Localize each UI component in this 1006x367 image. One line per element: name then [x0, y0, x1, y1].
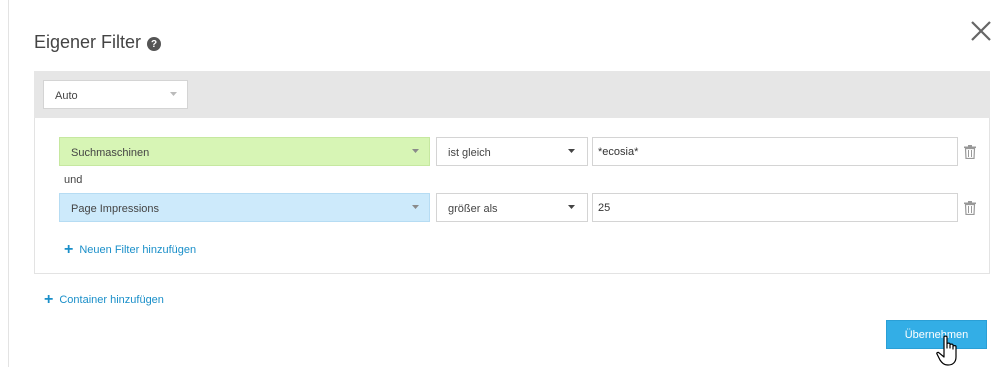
- dialog-left-border: [8, 0, 9, 367]
- dialog-title: Eigener Filter: [34, 32, 142, 52]
- filter-value-input-2[interactable]: [592, 193, 958, 222]
- trash-icon[interactable]: [964, 145, 976, 159]
- add-container-label: Container hinzufügen: [59, 294, 164, 306]
- caret-down-icon: [568, 205, 575, 209]
- question-circle-icon[interactable]: ?: [147, 37, 162, 51]
- caret-down-icon: [568, 149, 575, 153]
- add-filter-label: Neuen Filter hinzufügen: [79, 244, 197, 256]
- operator-value-2: größer als: [448, 203, 498, 215]
- dimension-value-2: Page Impressions: [71, 203, 160, 215]
- custom-filter-dialog: Eigener Filter ? Auto Suchmaschinen ist …: [0, 0, 1006, 367]
- caret-down-icon: [412, 149, 419, 153]
- apply-button[interactable]: Übernehmen: [886, 320, 987, 349]
- container-header-bar: Auto: [34, 71, 990, 118]
- operator-value-1: ist gleich: [448, 147, 491, 159]
- caret-down-icon: [170, 92, 177, 96]
- dimension-select-2[interactable]: Page Impressions: [59, 193, 430, 222]
- close-x-icon: [971, 21, 991, 41]
- dimension-select-1[interactable]: Suchmaschinen: [59, 137, 430, 166]
- dialog-title-row: Eigener Filter ?: [34, 32, 162, 53]
- operator-select-2[interactable]: größer als: [436, 193, 588, 222]
- filter-connector: und: [64, 174, 83, 186]
- container-mode-select[interactable]: Auto: [43, 80, 188, 109]
- plus-icon: +: [44, 291, 54, 308]
- filter-value-input-1[interactable]: [592, 137, 958, 166]
- close-button[interactable]: [968, 18, 994, 44]
- plus-icon: +: [64, 241, 74, 258]
- add-container-link[interactable]: + Container hinzufügen: [44, 292, 164, 308]
- add-filter-link[interactable]: + Neuen Filter hinzufügen: [64, 242, 196, 258]
- trash-icon[interactable]: [964, 201, 976, 215]
- caret-down-icon: [412, 205, 419, 209]
- dimension-value-1: Suchmaschinen: [71, 147, 150, 159]
- operator-select-1[interactable]: ist gleich: [436, 137, 588, 166]
- container-mode-value: Auto: [55, 90, 78, 102]
